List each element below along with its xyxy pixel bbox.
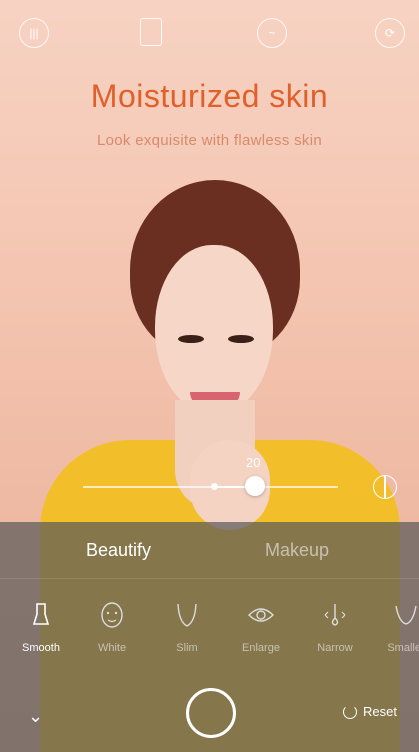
- smooth-icon: [32, 603, 50, 625]
- subject-eye-left: [178, 335, 204, 343]
- layout-ratio-icon[interactable]: [140, 18, 162, 46]
- slider-origin-dot: [211, 483, 218, 490]
- tool-enlarge[interactable]: Enlarge: [231, 600, 291, 654]
- panel-tabs: Beautify Makeup: [0, 522, 419, 579]
- tool-white-label: White: [97, 642, 127, 654]
- tool-smaller-label: Smaller: [387, 642, 419, 654]
- eye-icon: [248, 608, 274, 622]
- reset-button[interactable]: Reset: [343, 704, 397, 719]
- nose-icon: [324, 604, 346, 626]
- tab-makeup[interactable]: Makeup: [265, 540, 329, 561]
- tool-enlarge-label: Enlarge: [242, 642, 280, 654]
- beauty-panel: Beautify Makeup Smooth White Slim Enlarg…: [0, 522, 419, 752]
- reset-label: Reset: [363, 704, 397, 719]
- compare-icon[interactable]: [373, 475, 397, 499]
- white-face-icon: [101, 602, 123, 628]
- chin-icon: [395, 605, 417, 625]
- filter-wave-icon[interactable]: ~: [257, 18, 287, 48]
- tool-smooth-label: Smooth: [22, 642, 60, 654]
- subject-eye-right: [228, 335, 254, 343]
- capture-bar: ⌄ Reset: [0, 688, 419, 752]
- shutter-button[interactable]: [186, 688, 236, 738]
- top-toolbar: ||| ~ ⟳: [0, 18, 419, 52]
- tool-narrow-label: Narrow: [317, 642, 353, 654]
- feature-headline: Moisturized skin: [90, 78, 329, 114]
- tool-slim-label: Slim: [176, 642, 198, 654]
- beauty-tool-list: Smooth White Slim Enlarge Narrow Smalle: [0, 600, 419, 660]
- tool-white[interactable]: White: [82, 600, 142, 654]
- reset-icon: [343, 704, 357, 719]
- slim-face-icon: [177, 603, 197, 627]
- audio-bars-icon[interactable]: |||: [19, 18, 49, 48]
- intensity-slider-handle[interactable]: [245, 476, 265, 496]
- feature-subline: Look exquisite with flawless skin: [97, 132, 322, 149]
- switch-camera-icon[interactable]: ⟳: [375, 18, 405, 48]
- tool-slim[interactable]: Slim: [157, 600, 217, 654]
- tool-smooth[interactable]: Smooth: [11, 600, 71, 654]
- tool-narrow[interactable]: Narrow: [305, 600, 365, 654]
- subject-face: [155, 245, 273, 415]
- tab-beautify[interactable]: Beautify: [86, 540, 151, 561]
- chevron-down-icon[interactable]: ⌄: [28, 706, 43, 727]
- tool-smaller[interactable]: Smaller: [376, 600, 419, 654]
- slider-value: 20: [246, 455, 261, 470]
